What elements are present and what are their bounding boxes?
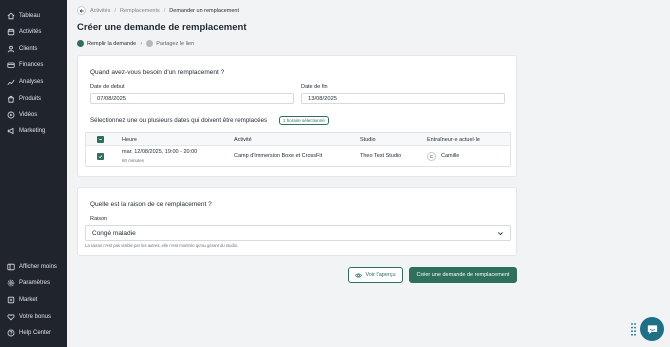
- back-button[interactable]: [77, 6, 86, 15]
- start-date-label: Date de debut: [90, 84, 125, 90]
- sidebar-item-activites[interactable]: Activités: [0, 25, 67, 39]
- page-title: Créer une demande de remplacement: [77, 22, 247, 33]
- row-studio: Theo Test Studio: [360, 153, 402, 159]
- reason-section-title: Quelle est la raison de ce remplacement …: [90, 201, 212, 208]
- sidebar-item-label: Market: [19, 297, 38, 303]
- reason-card: Quelle est la raison de ce remplacement …: [77, 187, 517, 256]
- sidebar-item-label: Analyses: [19, 79, 44, 85]
- sidebar-item-afficher-moins[interactable]: Afficher moins: [0, 260, 67, 274]
- sidebar-item-label: Clients: [19, 46, 38, 52]
- sidebar-item-parametres[interactable]: Paramètres: [0, 276, 67, 290]
- dates-section-title: Quand avez-vous besoin d'un remplacement…: [90, 69, 225, 76]
- video-icon: [7, 111, 15, 119]
- users-icon: [7, 45, 15, 53]
- column-heure: Heure: [122, 136, 137, 143]
- submit-button[interactable]: Créer une demande de remplacement: [409, 267, 517, 283]
- sidebar-item-label: Produits: [19, 96, 42, 102]
- breadcrumb-link-remplacements[interactable]: Remplacements: [120, 8, 160, 14]
- select-dates-title: Sélectionnez une ou plusieurs dates qui …: [90, 117, 268, 124]
- sidebar-item-label: Afficher moins: [19, 264, 57, 270]
- chat-icon: [647, 324, 657, 334]
- table-header: Heure Activité Studio Entraîneur·e actue…: [86, 133, 510, 146]
- sidebar-item-label: Vidéos: [19, 112, 38, 118]
- sidebar-item-label: Activités: [19, 29, 42, 35]
- avatar: C: [427, 151, 436, 161]
- breadcrumb-current: Demander un remplacement: [169, 7, 239, 14]
- breadcrumb-separator: /: [114, 7, 117, 14]
- row-activity: Camp d'Immersion Boxe et CrossFit: [234, 153, 323, 159]
- preview-button[interactable]: Voir l'aperçu: [348, 267, 403, 283]
- help-icon: [7, 329, 15, 337]
- reason-help-text: La raison n'est pas visible par les autr…: [85, 243, 239, 248]
- collapse-icon: [7, 263, 15, 271]
- sidebar: Tableau Activités Clients Finances Analy…: [0, 0, 67, 347]
- sidebar-item-marketing[interactable]: Marketing: [0, 124, 67, 138]
- chat-button[interactable]: [640, 317, 664, 341]
- step-inactive-dot: [146, 40, 154, 47]
- column-trainer: Entraîneur·e actuel·le: [427, 136, 480, 143]
- row-trainer: Camille: [441, 153, 460, 159]
- row-checkbox[interactable]: [97, 152, 104, 160]
- row-duration: 60 minutes: [122, 157, 145, 163]
- finances-icon: [7, 61, 15, 69]
- breadcrumb-separator: /: [163, 7, 166, 14]
- sidebar-item-finances[interactable]: Finances: [0, 58, 67, 72]
- preview-button-label: Voir l'aperçu: [365, 272, 396, 278]
- breadcrumb: Activités / Remplacements / Demander un …: [77, 6, 239, 15]
- sidebar-item-label: Finances: [19, 62, 44, 68]
- sidebar-item-clients[interactable]: Clients: [0, 42, 67, 56]
- marketing-icon: [7, 127, 15, 135]
- sidebar-item-label: Help Center: [19, 330, 52, 336]
- stepper: Remplir la demande › Partagez le lien: [77, 40, 194, 47]
- sidebar-item-videos[interactable]: Vidéos: [0, 108, 67, 122]
- sidebar-item-label: Paramètres: [19, 280, 51, 286]
- main-content: Activités / Remplacements / Demander un …: [67, 0, 670, 347]
- gear-icon: [7, 279, 15, 287]
- submit-button-label: Créer une demande de remplacement: [416, 272, 510, 278]
- step-2-label: Partagez le lien: [156, 40, 195, 47]
- row-datetime: mar. 12/08/2025, 19:00 - 20:00: [122, 149, 198, 155]
- sidebar-item-analyses[interactable]: Analyses: [0, 75, 67, 89]
- step-arrow-icon: ›: [140, 40, 143, 47]
- reason-selected-value: Congé maladie: [92, 229, 136, 237]
- start-date-input[interactable]: 07/08/2025: [90, 93, 294, 104]
- breadcrumb-link-activites[interactable]: Activités: [90, 8, 110, 14]
- sidebar-item-tableau[interactable]: Tableau: [0, 9, 67, 23]
- step-active-dot: [77, 40, 84, 47]
- check-icon: [98, 154, 103, 158]
- activities-icon: [7, 28, 15, 36]
- sidebar-item-label: Votre bonus: [19, 314, 52, 320]
- chart-icon: [7, 78, 15, 86]
- step-1-label: Remplir la demande: [87, 40, 137, 47]
- market-icon: [7, 296, 15, 304]
- end-date-input[interactable]: 13/08/2025: [301, 93, 505, 104]
- home-icon: [7, 12, 15, 20]
- chevron-down-icon: [498, 232, 503, 236]
- heart-icon: [7, 313, 15, 321]
- sidebar-item-votre-bonus[interactable]: Votre bonus: [0, 310, 67, 324]
- minus-icon: [99, 138, 102, 140]
- dates-card: Quand avez-vous besoin d'un remplacement…: [77, 55, 517, 177]
- column-activite: Activité: [234, 136, 252, 143]
- schedule-table: Heure Activité Studio Entraîneur·e actue…: [85, 132, 511, 167]
- selected-count-badge: 1 horaire sélectionné: [279, 116, 329, 125]
- sidebar-item-help-center[interactable]: Help Center: [0, 326, 67, 340]
- eye-icon: [355, 272, 363, 278]
- reason-select[interactable]: Congé maladie: [85, 225, 511, 241]
- select-all-checkbox[interactable]: [97, 135, 104, 143]
- products-icon: [7, 95, 15, 103]
- arrow-left-icon: [79, 8, 84, 13]
- sidebar-item-label: Tableau: [19, 13, 41, 19]
- column-studio: Studio: [360, 136, 376, 143]
- reason-label: Raison: [90, 216, 108, 222]
- sidebar-item-produits[interactable]: Produits: [0, 92, 67, 106]
- sidebar-item-label: Marketing: [19, 128, 46, 134]
- end-date-label: Date de fin: [301, 84, 328, 90]
- drag-handle-icon[interactable]: [631, 323, 636, 336]
- sidebar-item-market[interactable]: Market: [0, 293, 67, 307]
